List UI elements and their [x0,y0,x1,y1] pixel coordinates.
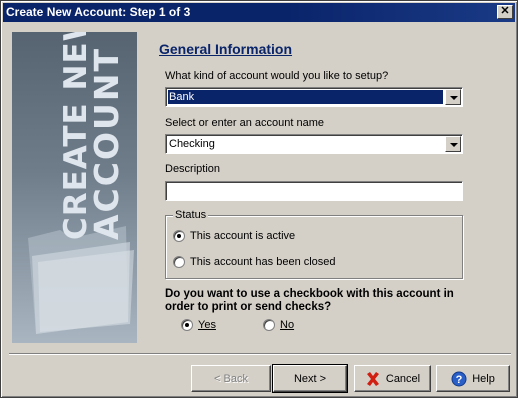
title-bar: Create New Account: Step 1 of 3 ✕ [3,3,515,22]
window-title: Create New Account: Step 1 of 3 [6,5,191,19]
help-button[interactable]: ? Help [436,365,510,392]
help-button-label: Help [472,372,495,385]
create-account-dialog: Create New Account: Step 1 of 3 ✕ CREATE… [0,0,518,398]
status-closed-label: This account has been closed [190,256,336,268]
account-name-combo[interactable]: Checking [165,134,463,154]
account-kind-value: Bank [168,90,443,104]
status-active-radio[interactable] [173,230,185,242]
description-field[interactable] [165,181,463,201]
close-icon: ✕ [500,5,510,17]
svg-text:?: ? [456,374,463,386]
status-closed-radio[interactable] [173,256,185,268]
status-group: Status This account is active This accou… [165,209,463,279]
status-closed-option[interactable]: This account has been closed [173,256,336,268]
status-active-option[interactable]: This account is active [173,230,295,242]
cancel-button[interactable]: Cancel [354,365,431,392]
checkbook-no-option[interactable]: No [263,319,294,331]
status-active-label: This account is active [190,230,296,242]
red-x-icon [366,371,379,386]
banner-line-2: ACCOUNT [87,47,127,240]
description-label: Description [165,163,221,175]
next-button[interactable]: Next > [272,364,348,393]
back-button-label: < Back [214,372,248,385]
general-info-panel: General Information What kind of account… [148,32,483,343]
help-question-icon: ? [451,371,467,386]
checkbook-yes-label: Yes [198,319,216,331]
account-kind-select[interactable]: Bank [165,87,463,107]
back-button[interactable]: < Back [191,365,271,392]
account-name-label: Select or enter an account name [165,117,324,129]
checkbook-yes-radio[interactable] [181,319,193,331]
status-group-title: Status [173,209,209,221]
checkbook-question: Do you want to use a checkbook with this… [165,288,454,313]
account-kind-label: What kind of account would you like to s… [165,70,389,82]
chevron-down-icon[interactable] [445,136,461,152]
close-button[interactable]: ✕ [497,5,513,19]
checkbook-no-radio[interactable] [263,319,275,331]
next-button-label: Next > [293,372,327,385]
checkbook-no-label: No [280,319,295,331]
banner-title: CREATE NEW ACCOUNT [58,32,127,240]
checkbook-yes-option[interactable]: Yes [181,319,216,331]
account-name-value: Checking [169,138,215,150]
cancel-button-label: Cancel [385,372,421,385]
wizard-content: CREATE NEW ACCOUNT General Information W… [9,30,511,345]
side-banner: CREATE NEW ACCOUNT [12,32,137,343]
footer-separator [9,353,511,355]
chevron-down-icon[interactable] [445,89,461,105]
section-title: General Information [159,41,293,57]
